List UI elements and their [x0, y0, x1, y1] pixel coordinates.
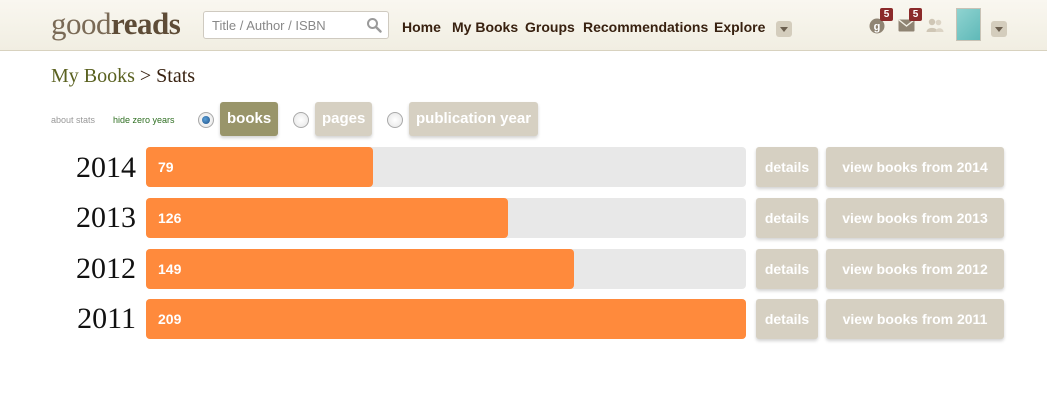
friends-icon[interactable]	[926, 18, 944, 33]
bar-track: 209	[146, 299, 746, 339]
top-navigation-bar: goodreads Home My Books Groups Recommend…	[0, 0, 1047, 51]
nav-home[interactable]: Home	[402, 19, 441, 35]
explore-chevron-down-icon[interactable]	[776, 21, 792, 37]
notifications-badge: 5	[880, 8, 893, 21]
view-books-button[interactable]: view books from 2011	[826, 299, 1004, 339]
bar-fill	[146, 198, 508, 238]
publication-year-radio[interactable]	[387, 112, 403, 128]
bar-count-label: 149	[158, 261, 182, 277]
view-books-button[interactable]: view books from 2012	[826, 249, 1004, 289]
details-button[interactable]: details	[756, 299, 818, 339]
user-avatar[interactable]	[956, 8, 981, 41]
hide-zero-years-link[interactable]: hide zero years	[113, 115, 175, 125]
bar-count-label: 126	[158, 210, 182, 226]
breadcrumb-my-books-link[interactable]: My Books	[51, 65, 135, 87]
books-radio[interactable]	[198, 112, 214, 128]
bar-track: 126	[146, 198, 746, 238]
search-icon[interactable]	[366, 17, 382, 33]
about-stats-link[interactable]: about stats	[51, 115, 95, 125]
pages-radio[interactable]	[293, 112, 309, 128]
logo-light-text: good	[51, 6, 112, 41]
breadcrumb: My Books > Stats	[51, 65, 195, 88]
bar-fill	[146, 249, 574, 289]
books-option[interactable]: books	[220, 102, 279, 136]
details-button[interactable]: details	[756, 198, 818, 238]
bar-track: 149	[146, 249, 746, 289]
year-label: 2012	[76, 252, 136, 285]
pages-option[interactable]: pages	[315, 102, 373, 136]
nav-my-books[interactable]: My Books	[452, 19, 518, 35]
nav-groups[interactable]: Groups	[525, 19, 575, 35]
year-label: 2013	[76, 201, 136, 234]
view-books-button[interactable]: view books from 2014	[826, 147, 1004, 187]
bar-count-label: 209	[158, 311, 182, 327]
view-books-button[interactable]: view books from 2013	[826, 198, 1004, 238]
year-label: 2011	[77, 302, 136, 335]
details-button[interactable]: details	[756, 249, 818, 289]
year-label: 2014	[76, 151, 136, 184]
publication-year-option[interactable]: publication year	[409, 102, 539, 136]
logo-bold-text: reads	[111, 6, 181, 41]
details-button[interactable]: details	[756, 147, 818, 187]
search-box	[203, 11, 389, 39]
messages-badge: 5	[909, 8, 922, 21]
bar-count-label: 79	[158, 159, 174, 175]
nav-explore[interactable]: Explore	[714, 19, 765, 35]
bar-fill	[146, 147, 373, 187]
nav-recommendations[interactable]: Recommendations	[583, 19, 708, 35]
bar-track: 79	[146, 147, 746, 187]
page-title: > Stats	[134, 65, 196, 87]
search-input[interactable]	[204, 12, 354, 38]
goodreads-logo[interactable]: goodreads	[51, 6, 181, 41]
profile-chevron-down-icon[interactable]	[991, 21, 1007, 37]
svg-text:g: g	[874, 21, 881, 33]
bar-fill	[146, 299, 746, 339]
